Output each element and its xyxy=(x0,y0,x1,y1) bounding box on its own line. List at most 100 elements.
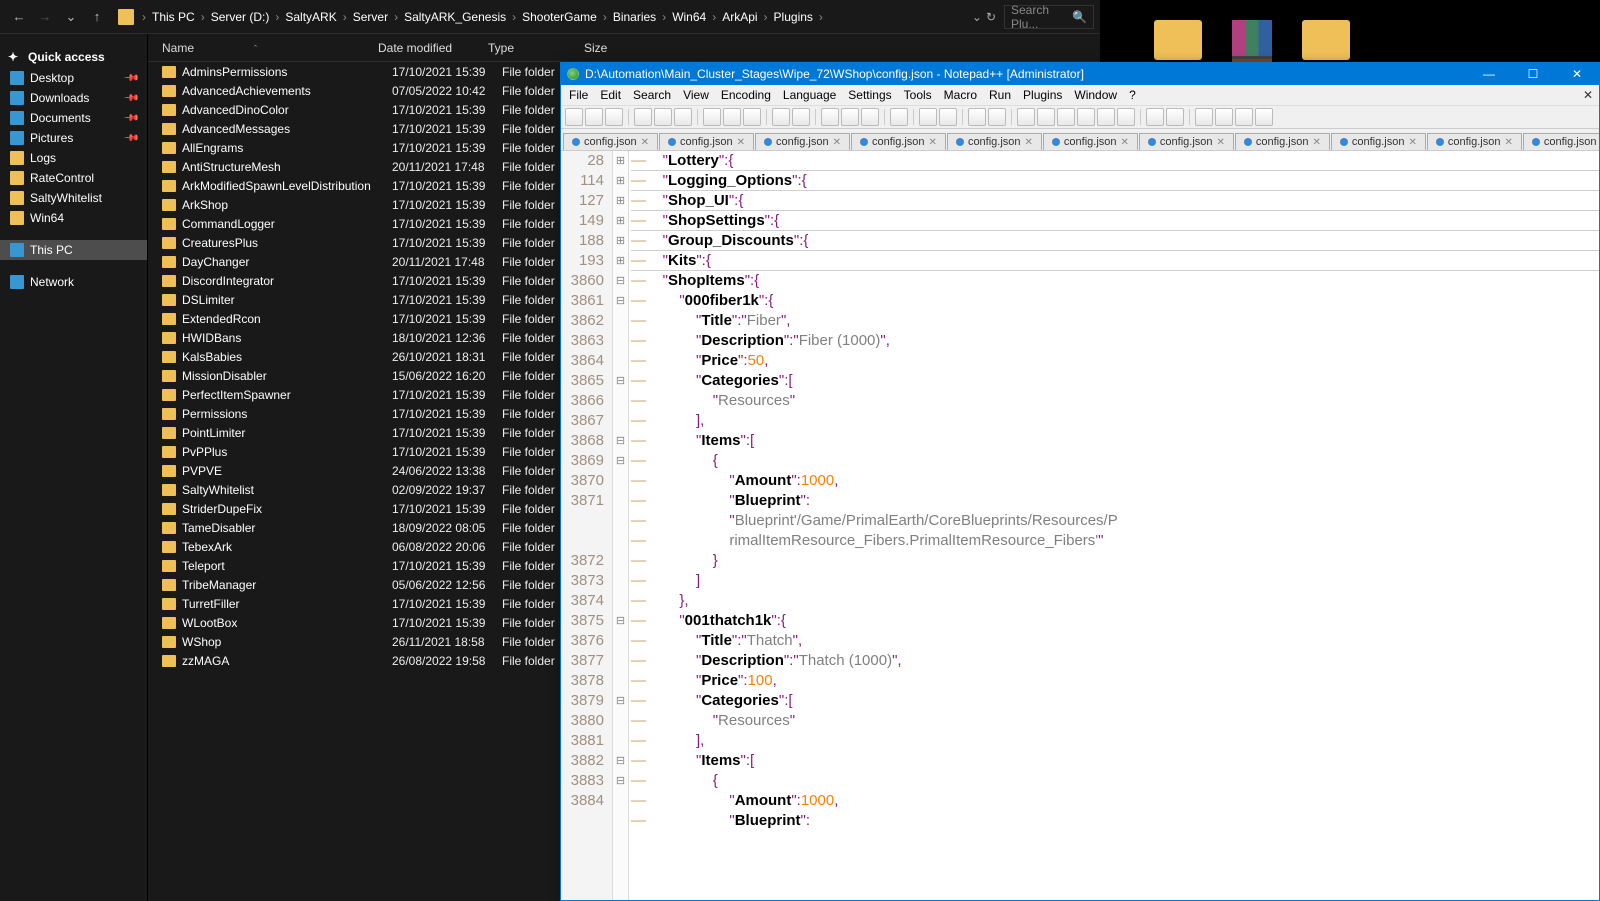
nav-forward-button[interactable]: → xyxy=(34,6,56,28)
tab-close-icon[interactable]: ✕ xyxy=(1504,137,1512,148)
fold-toggle[interactable]: ⊞ xyxy=(613,251,628,271)
fold-toggle[interactable] xyxy=(613,631,628,651)
toolbar-button[interactable] xyxy=(1077,108,1095,126)
nav-up-button[interactable]: ↑ xyxy=(86,6,108,28)
fold-toggle[interactable] xyxy=(613,571,628,591)
toolbar-button[interactable] xyxy=(1017,108,1035,126)
document-tab[interactable]: config.json✕ xyxy=(1427,133,1522,150)
document-tab[interactable]: config.json✕ xyxy=(851,133,946,150)
menu-item[interactable]: View xyxy=(683,88,709,102)
fold-toggle[interactable] xyxy=(613,551,628,571)
toolbar-button[interactable] xyxy=(1057,108,1075,126)
sidebar-item[interactable]: Logs xyxy=(0,148,147,168)
toolbar-button[interactable] xyxy=(1097,108,1115,126)
document-tab[interactable]: config.json✕ xyxy=(1139,133,1234,150)
toolbar-button[interactable] xyxy=(565,108,583,126)
toolbar-button[interactable] xyxy=(919,108,937,126)
toolbar-button[interactable] xyxy=(743,108,761,126)
fold-toggle[interactable] xyxy=(613,351,628,371)
sidebar-item[interactable]: Pictures📌 xyxy=(0,128,147,148)
fold-toggle[interactable]: ⊟ xyxy=(613,271,628,291)
breadcrumb-item[interactable]: SaltyARK xyxy=(281,10,340,24)
fold-toggle[interactable] xyxy=(613,411,628,431)
toolbar-button[interactable] xyxy=(1255,108,1273,126)
breadcrumb-item[interactable]: Binaries xyxy=(609,10,660,24)
tab-close-icon[interactable]: ✕ xyxy=(1025,137,1033,148)
fold-column[interactable]: ⊞⊞⊞⊞⊞⊞⊟⊟⊟⊟⊟⊟⊟⊟⊟ xyxy=(613,151,629,900)
menu-item[interactable]: File xyxy=(569,88,588,102)
tab-close-icon[interactable]: ✕ xyxy=(1312,137,1320,148)
sidebar-item[interactable]: Desktop📌 xyxy=(0,68,147,88)
nav-back-button[interactable]: ← xyxy=(8,6,30,28)
sidebar-item[interactable]: Win64 xyxy=(0,208,147,228)
desktop-rar-icon[interactable] xyxy=(1232,20,1272,68)
tab-close-icon[interactable]: ✕ xyxy=(1217,137,1225,148)
breadcrumb-item[interactable]: ShooterGame xyxy=(518,10,601,24)
nav-recent-dropdown[interactable]: ⌄ xyxy=(60,6,82,28)
toolbar-button[interactable] xyxy=(968,108,986,126)
fold-toggle[interactable] xyxy=(613,471,628,491)
menu-item[interactable]: ? xyxy=(1129,88,1136,102)
close-button[interactable]: ✕ xyxy=(1555,63,1599,85)
desktop-folder-icon[interactable] xyxy=(1302,20,1350,60)
fold-toggle[interactable]: ⊟ xyxy=(613,371,628,391)
tab-close-icon[interactable]: ✕ xyxy=(833,137,841,148)
fold-toggle[interactable]: ⊞ xyxy=(613,151,628,171)
fold-toggle[interactable] xyxy=(613,591,628,611)
minimize-button[interactable]: — xyxy=(1467,63,1511,85)
toolbar-button[interactable] xyxy=(605,108,623,126)
fold-toggle[interactable] xyxy=(613,651,628,671)
toolbar-button[interactable] xyxy=(1215,108,1233,126)
menu-item[interactable]: Language xyxy=(783,88,836,102)
breadcrumb-item[interactable]: SaltyARK_Genesis xyxy=(400,10,510,24)
fold-toggle[interactable]: ⊟ xyxy=(613,691,628,711)
fold-toggle[interactable] xyxy=(613,791,628,811)
code-editor[interactable]: 2811412714918819338603861386238633864386… xyxy=(561,151,1599,900)
maximize-button[interactable]: ☐ xyxy=(1511,63,1555,85)
menu-item[interactable]: Run xyxy=(989,88,1011,102)
toolbar-button[interactable] xyxy=(703,108,721,126)
toolbar-button[interactable] xyxy=(723,108,741,126)
tab-close-icon[interactable]: ✕ xyxy=(737,137,745,148)
tab-close-icon[interactable]: ✕ xyxy=(1408,137,1416,148)
sidebar-item[interactable]: Documents📌 xyxy=(0,108,147,128)
refresh-button[interactable]: ↻ xyxy=(986,10,996,24)
menu-item[interactable]: Settings xyxy=(848,88,891,102)
menu-item[interactable]: Window xyxy=(1074,88,1117,102)
toolbar-button[interactable] xyxy=(1037,108,1055,126)
sidebar-item[interactable]: Downloads📌 xyxy=(0,88,147,108)
sidebar-item[interactable]: SaltyWhitelist xyxy=(0,188,147,208)
toolbar-button[interactable] xyxy=(821,108,839,126)
fold-toggle[interactable]: ⊞ xyxy=(613,231,628,251)
toolbar-button[interactable] xyxy=(1235,108,1253,126)
code-area[interactable]: — "Lottery":{— "Logging_Options":{— "Sho… xyxy=(629,151,1599,900)
menu-item[interactable]: Tools xyxy=(904,88,932,102)
menu-item[interactable]: Edit xyxy=(600,88,621,102)
document-tab[interactable]: config.json✕ xyxy=(947,133,1042,150)
desktop-folder-icon[interactable] xyxy=(1154,20,1202,60)
fold-toggle[interactable] xyxy=(613,711,628,731)
menu-item[interactable]: Search xyxy=(633,88,671,102)
fold-toggle[interactable] xyxy=(613,811,628,831)
document-tab[interactable]: config.json✕ xyxy=(1331,133,1426,150)
toolbar-button[interactable] xyxy=(634,108,652,126)
fold-toggle[interactable]: ⊟ xyxy=(613,771,628,791)
fold-toggle[interactable] xyxy=(613,311,628,331)
fold-toggle[interactable] xyxy=(613,671,628,691)
document-tab[interactable]: config.json✕ xyxy=(659,133,754,150)
quick-access-header[interactable]: ✦ Quick access xyxy=(0,46,147,68)
breadcrumb-item[interactable]: Server (D:) xyxy=(207,10,274,24)
fold-toggle[interactable]: ⊞ xyxy=(613,171,628,191)
toolbar-button[interactable] xyxy=(861,108,879,126)
column-headers[interactable]: Nameˆ Date modified Type Size xyxy=(148,34,1100,62)
breadcrumb-item[interactable]: ArkApi xyxy=(718,10,761,24)
breadcrumb-item[interactable]: Server xyxy=(349,10,392,24)
toolbar-button[interactable] xyxy=(772,108,790,126)
tab-close-icon[interactable]: ✕ xyxy=(929,137,937,148)
breadcrumb-item[interactable]: Plugins xyxy=(770,10,817,24)
document-tab[interactable]: config.json✕ xyxy=(755,133,850,150)
menu-item[interactable]: Encoding xyxy=(721,88,771,102)
toolbar-button[interactable] xyxy=(1195,108,1213,126)
fold-toggle[interactable] xyxy=(613,511,628,531)
toolbar-button[interactable] xyxy=(1117,108,1135,126)
